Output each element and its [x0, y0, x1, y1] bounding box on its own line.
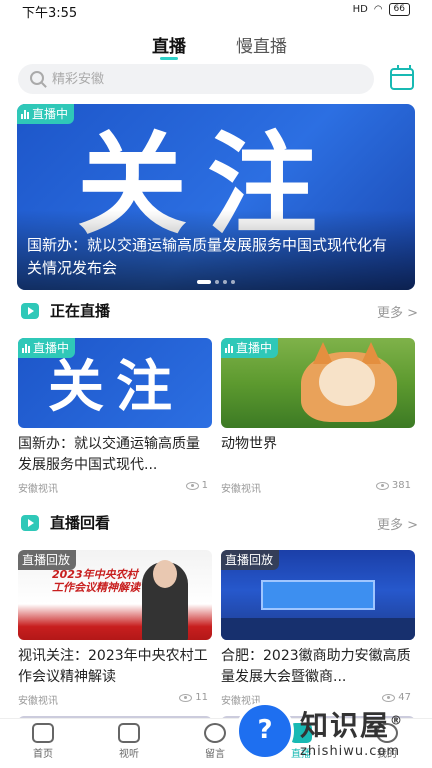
live-card[interactable]: 直播中 动物世界 安徽视讯 381: [221, 338, 415, 495]
live-badge: 直播中: [17, 104, 75, 124]
chat-icon: [204, 723, 226, 743]
eye-icon: [185, 481, 199, 490]
top-tabs: 直播 慢直播: [0, 30, 432, 60]
card-thumbnail[interactable]: 2023年中央农村工作会议精神解读 直播回放: [18, 550, 212, 640]
home-icon: [32, 723, 54, 743]
card-thumbnail[interactable]: 直播回放: [221, 550, 415, 640]
more-link[interactable]: 更多 >: [377, 514, 418, 533]
card-meta: 安徽视讯 1: [18, 480, 212, 495]
search-bar[interactable]: [18, 64, 374, 94]
tab-slow-live[interactable]: 慢直播: [236, 32, 287, 57]
search-input[interactable]: [50, 68, 350, 90]
carousel-dot[interactable]: [197, 280, 211, 284]
replay-icon: [21, 515, 39, 531]
status-bar: 下午3:55 HD ◠ 66: [0, 0, 432, 22]
card-source: 安徽视讯: [18, 484, 58, 495]
card-meta: 安徽视讯 11: [18, 692, 212, 707]
view-count: 11: [179, 692, 208, 703]
search-icon: [30, 71, 44, 85]
eye-icon: [382, 693, 396, 702]
live-badge: 直播中: [18, 338, 76, 358]
status-time: 下午3:55: [22, 6, 78, 21]
replay-section-header: 直播回看 更多 >: [18, 512, 418, 536]
carousel-dot[interactable]: [215, 280, 219, 284]
nav-home[interactable]: 首页: [13, 723, 73, 760]
live-badge: 直播中: [221, 338, 279, 358]
play-icon: [118, 723, 140, 743]
live-card[interactable]: 关注 直播中 国新办：就以交通运输高质量发展服务中国式现代... 安徽视讯 1: [18, 338, 212, 495]
view-count: 1: [185, 480, 208, 491]
watermark-logo-icon: ?: [236, 702, 294, 760]
replay-card[interactable]: 2023年中央农村工作会议精神解读 直播回放 视讯关注：2023年中央农村工作会…: [18, 550, 212, 707]
cat-image: [319, 358, 375, 406]
card-source: 安徽视讯: [18, 696, 58, 707]
eye-icon: [179, 693, 193, 702]
hero-banner[interactable]: 关注 直播中 国新办：就以交通运输高质量发展服务中国式现代化有关情况发布会: [17, 104, 415, 290]
tv-icon: [21, 303, 39, 319]
thumbnail-headline: 2023年中央农村工作会议精神解读: [52, 568, 140, 594]
card-thumbnail[interactable]: 关注 直播中: [18, 338, 212, 428]
stage-screen-image: [261, 580, 375, 610]
carousel-dot[interactable]: [231, 280, 235, 284]
live-section-header: 正在直播 更多 >: [18, 300, 418, 324]
wifi-icon: ◠: [373, 4, 383, 15]
live-bars-icon: [22, 343, 30, 353]
eye-icon: [375, 481, 389, 490]
view-count: 381: [375, 480, 411, 491]
replay-badge: 直播回放: [18, 550, 77, 570]
card-title[interactable]: 合肥：2023徽商助力安徽高质量发展大会暨徽商...: [221, 646, 415, 688]
card-title[interactable]: 动物世界: [221, 434, 415, 476]
replay-badge: 直播回放: [221, 550, 280, 570]
replay-card[interactable]: 直播回放 合肥：2023徽商助力安徽高质量发展大会暨徽商... 安徽视讯 47: [221, 550, 415, 707]
section-title: 正在直播: [50, 302, 111, 320]
section-title: 直播回看: [50, 514, 111, 532]
status-icons: HD ◠ 66: [353, 3, 410, 16]
card-title[interactable]: 国新办：就以交通运输高质量发展服务中国式现代...: [18, 434, 212, 476]
live-bars-icon: [21, 109, 29, 119]
carousel-dot[interactable]: [223, 280, 227, 284]
watermark-name: 知识屋®: [300, 709, 405, 742]
battery-icon: 66: [388, 3, 410, 16]
more-link[interactable]: 更多 >: [377, 302, 418, 321]
speaker-image: [142, 560, 188, 640]
view-count: 47: [382, 692, 411, 703]
card-source: 安徽视讯: [221, 484, 261, 495]
card-meta: 安徽视讯 381: [221, 480, 415, 495]
card-thumbnail[interactable]: 直播中: [221, 338, 415, 428]
banner-caption: 国新办：就以交通运输高质量发展服务中国式现代化有关情况发布会: [27, 236, 388, 277]
calendar-icon[interactable]: [390, 65, 414, 90]
nav-video[interactable]: 视听: [99, 723, 159, 760]
card-title[interactable]: 视讯关注：2023年中央农村工作会议精神解读: [18, 646, 212, 688]
tab-live[interactable]: 直播: [152, 32, 186, 60]
live-bars-icon: [225, 343, 233, 353]
carousel-dots: [197, 280, 235, 284]
thumbnail-text: 关注: [48, 355, 184, 420]
signal-icon: HD: [352, 4, 368, 15]
watermark-url: zhishiwu.com: [300, 744, 401, 759]
